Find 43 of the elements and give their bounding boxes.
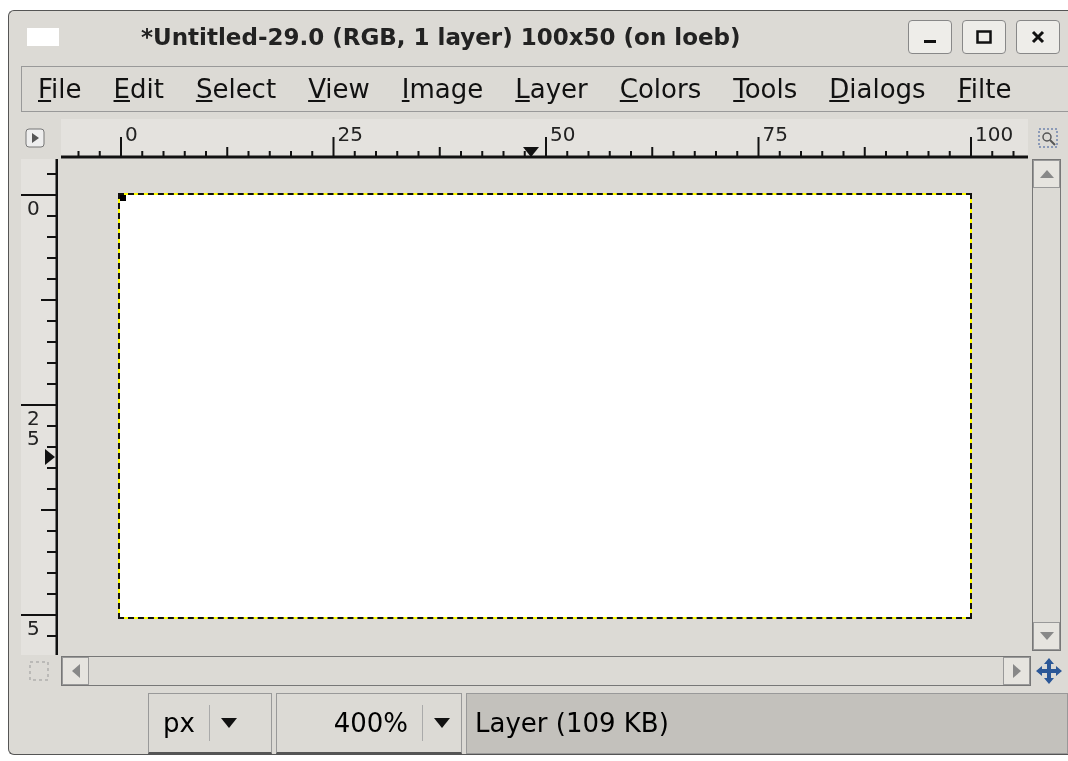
minimize-button[interactable] xyxy=(908,19,952,54)
window-icon xyxy=(27,27,59,46)
minimize-icon xyxy=(924,40,936,44)
menu-item[interactable]: Edit xyxy=(97,74,180,105)
scroll-down-button[interactable] xyxy=(1033,622,1060,651)
menu-item[interactable]: Tools xyxy=(717,74,814,105)
ruler-label: 5 xyxy=(27,616,40,641)
menu-item[interactable]: Colors xyxy=(603,74,718,105)
scroll-up-button[interactable] xyxy=(1033,160,1060,189)
menu-item[interactable]: Dialogs xyxy=(813,74,942,105)
ruler-label: 50 xyxy=(549,122,576,147)
window-title: *Untitled-29.0 (RGB, 1 layer) 100x50 (on loeb) xyxy=(140,23,742,50)
zoom-icon[interactable] xyxy=(1038,128,1059,149)
down-arrow-icon xyxy=(1039,632,1054,641)
close-icon xyxy=(1031,29,1045,44)
ruler-label: 0 xyxy=(124,122,138,147)
ruler-label: 25 xyxy=(337,122,363,147)
ruler-label: 75 xyxy=(762,122,788,147)
ruler-label: 25 xyxy=(27,406,40,451)
menu-item[interactable]: File xyxy=(22,74,98,105)
right-arrow-icon xyxy=(1012,664,1021,678)
zoom-dropdown[interactable]: 400% xyxy=(276,692,462,754)
maximize-button[interactable] xyxy=(962,19,1006,54)
up-arrow-icon xyxy=(1039,170,1054,179)
menu-item[interactable]: Filte xyxy=(941,74,1028,105)
status-message: Layer (109 KB) xyxy=(466,692,1068,754)
unit-dropdown[interactable]: px xyxy=(148,692,272,754)
menu-item[interactable]: Image xyxy=(385,74,500,105)
scroll-right-button[interactable] xyxy=(1003,657,1030,685)
maximize-icon xyxy=(976,29,992,44)
close-button[interactable] xyxy=(1016,19,1060,54)
corner-marker xyxy=(120,195,126,202)
left-arrow-icon xyxy=(71,664,80,678)
pointer-marker-icon xyxy=(45,449,55,466)
menu-item[interactable]: Layer xyxy=(499,74,604,105)
caret-icon xyxy=(433,716,451,729)
scroll-left-button[interactable] xyxy=(62,657,89,685)
menu-item[interactable]: Select xyxy=(179,74,293,105)
navigate-icon[interactable] xyxy=(1035,657,1063,685)
caret-icon xyxy=(219,716,238,729)
ruler-label: 100 xyxy=(974,122,1014,147)
menu-item[interactable]: View xyxy=(292,74,386,105)
ruler-label: 0 xyxy=(27,196,40,221)
